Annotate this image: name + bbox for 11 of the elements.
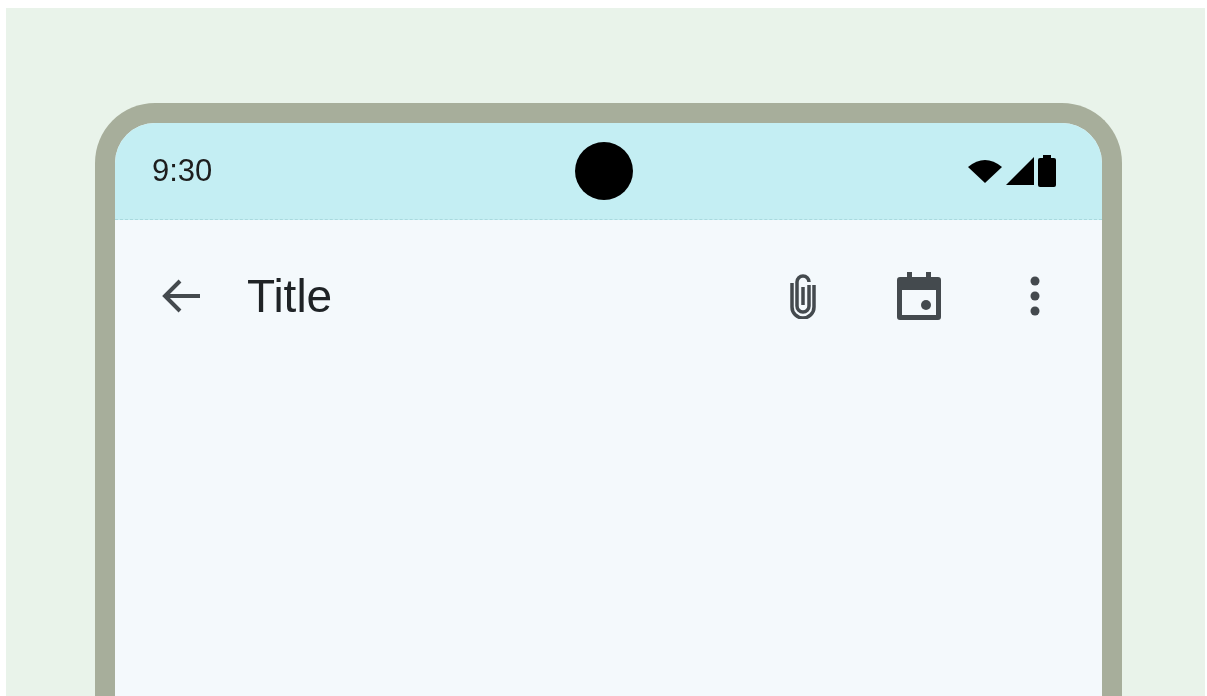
calendar-button[interactable] [894,271,944,321]
calendar-icon [897,272,941,320]
back-arrow-icon [162,279,202,313]
signal-icon [1006,157,1034,185]
paperclip-icon [790,273,816,319]
status-time: 9:30 [152,153,214,189]
battery-icon [1038,155,1056,187]
more-vertical-icon [1030,276,1040,316]
camera-cutout [575,142,633,200]
app-bar-title: Title [247,269,334,323]
wifi-icon [968,159,1002,183]
